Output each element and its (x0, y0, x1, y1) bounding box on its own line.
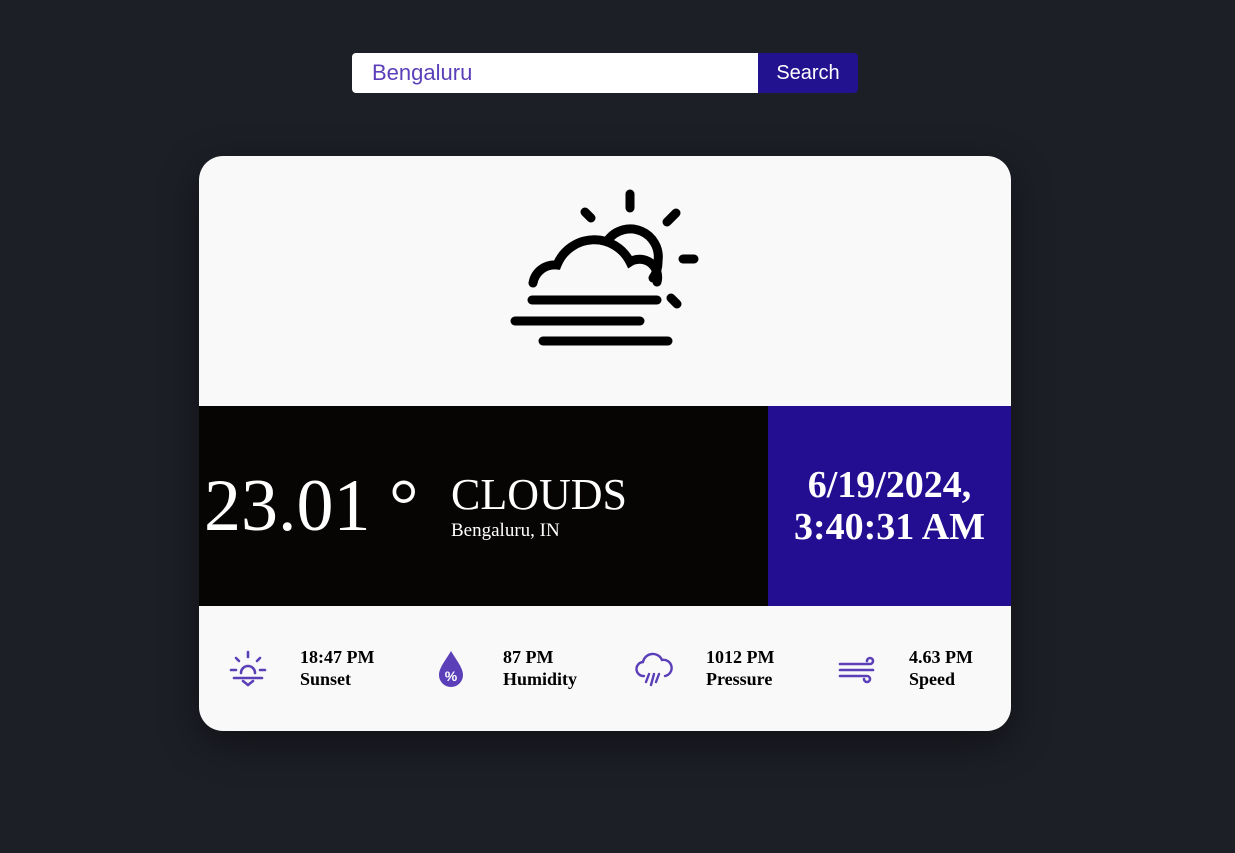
stat-value: 18:47 PM (300, 647, 375, 667)
search-bar: Search (352, 53, 858, 93)
current-conditions-band: 23.01 ° CLOUDS Bengaluru, IN 6/19/2024, … (199, 406, 1011, 606)
stat-label: Speed (909, 669, 956, 689)
city-search-input[interactable] (352, 53, 758, 93)
date-time-panel: 6/19/2024, 3:40:31 AM (768, 406, 1011, 606)
current-date: 6/19/2024, (807, 464, 972, 506)
location-label: Bengaluru, IN (451, 520, 560, 541)
humidity-drop-icon: % (439, 651, 463, 687)
stat-value: 87 PM (503, 647, 554, 667)
sunset-icon (229, 650, 267, 687)
weather-icon-area (199, 156, 1011, 406)
stat-value: 1012 PM (706, 647, 775, 667)
sun-behind-cloud-fog-icon (510, 189, 699, 346)
wind-icon (838, 656, 875, 684)
stat-label: Pressure (706, 669, 773, 689)
weather-stats-row: 18:47 PM Sunset % 87 PM Humidity 1012 PM (199, 606, 1011, 731)
current-time: 3:40:31 AM (793, 506, 986, 548)
temperature-readout: 23.01 ° (204, 465, 419, 547)
weather-condition: CLOUDS (451, 470, 628, 519)
search-button[interactable]: Search (758, 53, 858, 93)
rain-cloud-icon (635, 652, 673, 687)
weather-card: 23.01 ° CLOUDS Bengaluru, IN 6/19/2024, … (199, 156, 1011, 731)
stat-label: Humidity (503, 669, 578, 689)
current-conditions: 23.01 ° CLOUDS Bengaluru, IN (199, 406, 768, 606)
stat-label: Sunset (300, 669, 352, 689)
stat-value: 4.63 PM (909, 647, 973, 667)
svg-text:%: % (445, 668, 458, 684)
